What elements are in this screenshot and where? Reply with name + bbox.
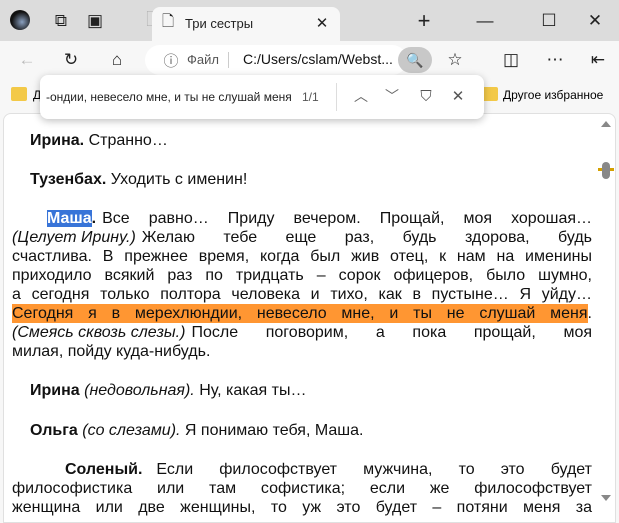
info-icon[interactable]: ⓘ [161,50,181,70]
folder-icon [11,87,27,101]
line: милая, пойду куда-нибудь. [12,343,211,360]
line: Уходить с именин! [110,171,248,188]
more-icon[interactable]: ⋯ [544,49,566,71]
next-match-icon[interactable]: ﹀ [382,86,402,106]
scrollbar[interactable] [598,114,614,514]
scroll-up-icon[interactable] [601,121,611,127]
close-find-icon[interactable]: ✕ [448,86,468,106]
selected-speaker: Маша [47,210,92,227]
close-window-icon[interactable]: ✕ [584,10,606,32]
find-bar: -ондии, невесело мне, и ты не слушай мен… [40,75,484,119]
speaker: Ирина. [30,132,85,149]
workspaces-icon[interactable]: ⧉ [50,10,72,32]
masha-paragraph: Маша. Все равно… Приду вечером. Прощай, м… [12,210,592,360]
speaker: Ольга [30,422,78,439]
speaker: Соленый. [65,461,143,478]
line: Если философствует мужчина, то это будет [156,461,592,478]
line: Ну, какая ты… [199,382,307,399]
scroll-thumb[interactable] [602,162,610,179]
new-tab-icon[interactable]: + [413,8,435,33]
line: Все равно… Приду вечером. Прощай, моя хо… [102,210,592,227]
line: счастлива. В прежнее время, когда был жи… [12,248,592,265]
stage-direction: (Целует Ирину.) [12,229,136,246]
speaker: Ирина [30,382,80,399]
line: философистика или там софистика; если же… [12,480,592,497]
line: Желаю тебе еще раз, будь здорова, будь [141,229,592,246]
speaker: Тузенбах. [30,171,107,188]
favorite-star-icon[interactable]: ☆ [445,50,465,70]
address-url[interactable]: C:/Users/cslam/Webst... [243,51,393,67]
find-match-highlight: Сегодня я в мерехлюндии, невесело мне, и… [12,304,588,323]
soleny-paragraph: Соленый. Если философствует мужчина, то э… [12,460,592,517]
home-icon[interactable]: ⌂ [106,49,128,71]
vertical-tabs-icon[interactable]: ▣ [84,10,106,32]
line: Я понимаю тебя, Маша. [184,422,364,439]
address-prefix: Файл [187,52,219,67]
close-tab-icon[interactable]: ✕ [312,13,332,33]
filter-icon[interactable]: ⛉ [416,86,436,106]
sidebar-icon[interactable]: ⇤ [587,49,609,71]
profile-avatar[interactable] [10,10,30,30]
line: Странно… [88,132,168,149]
address-bar[interactable]: ⓘ Файл C:/Users/cslam/Webst... 🔍 ☆ [145,45,463,75]
stage-direction: (со слезами). [82,422,181,439]
line: женщина или две женщины, то уж это будет… [12,499,592,516]
tab-title: Три сестры [185,16,254,31]
line: После поговорим, а пока прощай, моя [191,324,592,341]
find-input[interactable]: -ондии, невесело мне, и ты не слушай мен… [46,90,292,104]
folder-icon [482,87,498,101]
restore-icon[interactable]: ☐ [538,10,560,32]
stage-direction: (недовольная). [84,382,195,399]
previous-match-icon[interactable]: ︿ [351,86,371,106]
line: приходило всякий раз по тридцать – сорок… [12,267,592,284]
page-icon: 🗋 [161,12,175,30]
line: а сегодня только полтора человека и тихо… [12,286,592,303]
other-favorites[interactable]: Другое избранное [503,88,603,102]
tab-active[interactable]: 🗋 Три сестры ✕ [152,7,340,41]
minimize-icon[interactable]: — [474,10,496,32]
back-icon[interactable]: ← [16,49,38,71]
tab-bar: ⧉ ▣ 🗋 🗋 Три сестры ✕ + — ☐ ✕ [0,0,619,41]
refresh-icon[interactable]: ↻ [60,49,82,71]
scroll-down-icon[interactable] [601,495,611,501]
document-content: Ирина. Странно… Тузенбах. Уходить с имен… [12,131,592,517]
split-screen-icon[interactable]: ◫ [500,49,522,71]
find-on-page-icon[interactable]: 🔍 [398,47,432,73]
match-count: 1/1 [302,90,319,104]
stage-direction: (Смеясь сквозь слезы.) [12,324,186,341]
